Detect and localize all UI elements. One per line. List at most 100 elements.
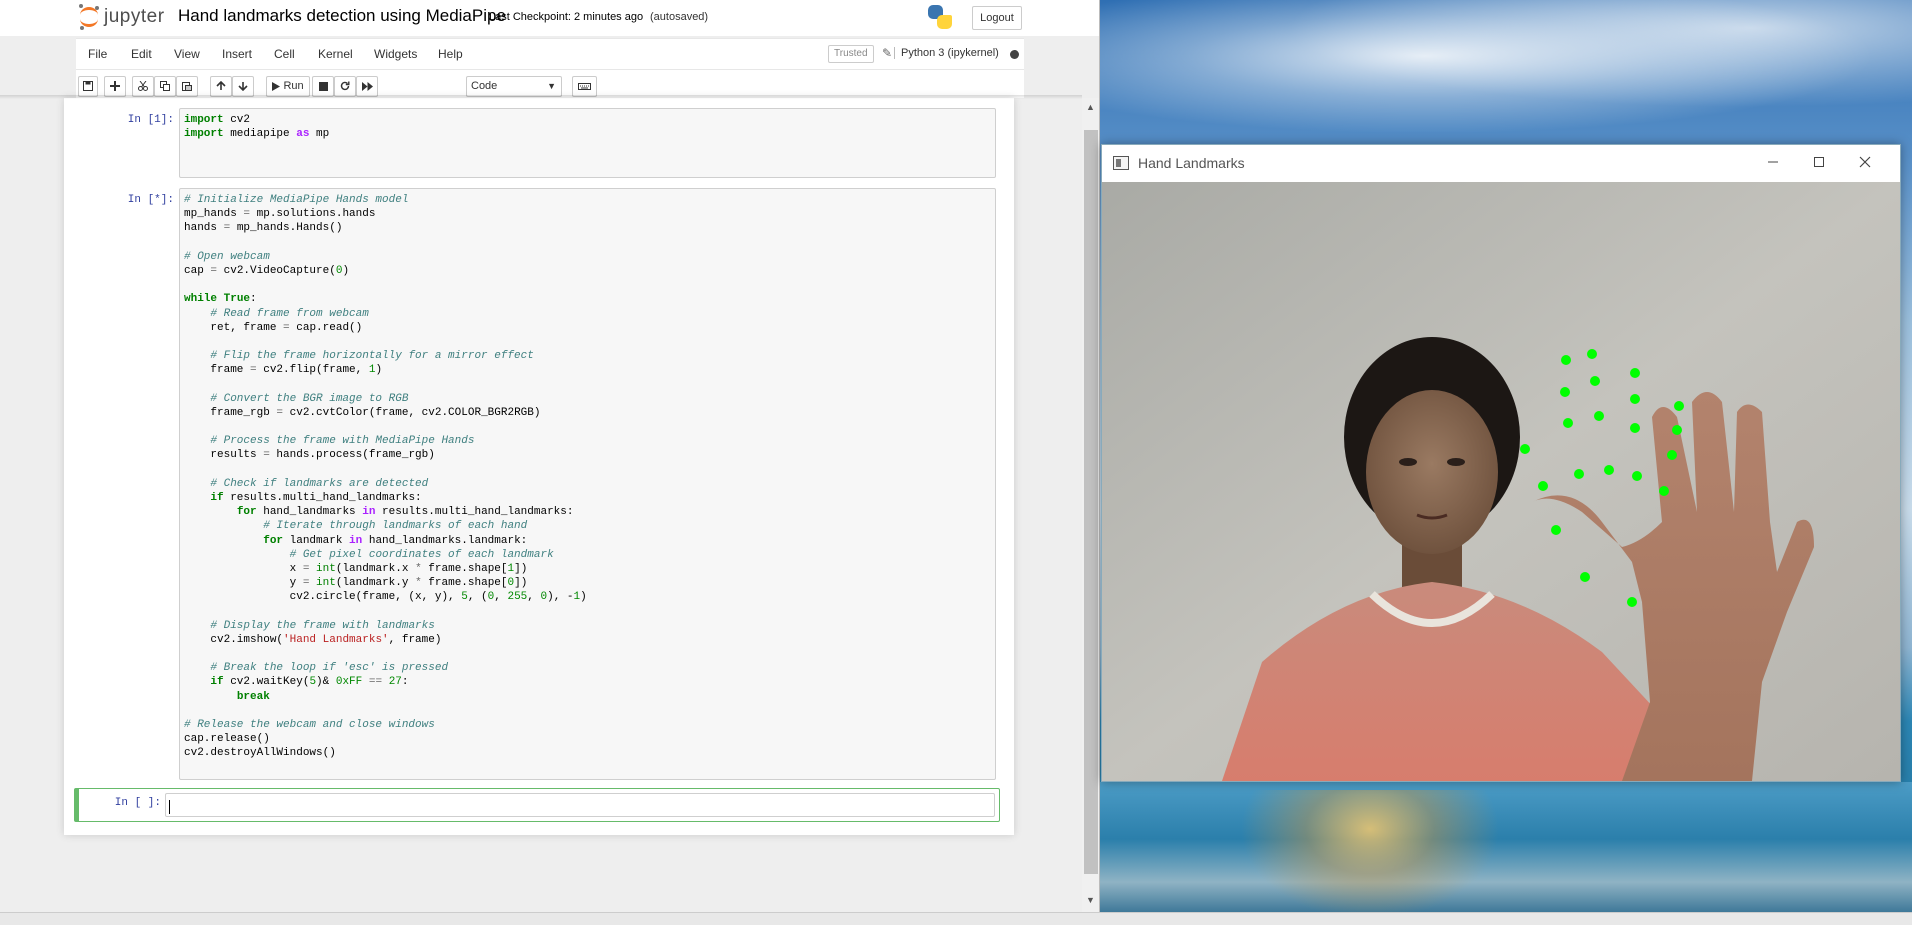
minimize-button[interactable] (1750, 152, 1796, 176)
landmark-point (1659, 486, 1669, 496)
jupyter-logo[interactable]: jupyter (78, 4, 165, 30)
opencv-window-title: Hand Landmarks (1138, 155, 1245, 171)
save-button[interactable] (78, 76, 98, 97)
save-icon (83, 81, 93, 92)
taskbar-strip (0, 912, 1912, 925)
python-logo-icon (928, 5, 952, 29)
menu-cell[interactable]: Cell (274, 39, 295, 69)
autosave-status: (autosaved) (650, 11, 709, 23)
move-up-button[interactable] (210, 76, 232, 97)
landmark-point (1674, 401, 1684, 411)
pencil-icon[interactable]: ✎ (882, 46, 892, 60)
menu-view[interactable]: View (174, 39, 200, 69)
notebook-container: In [1]: import cv2 import mediapipe as mp… (0, 98, 1082, 912)
landmark-point (1632, 471, 1642, 481)
restart-run-all-button[interactable] (356, 76, 378, 97)
code-cell-3-selected[interactable]: In [ ]: (74, 788, 1000, 822)
code-line: y = int(landmark.y * frame.shape[0]) (184, 577, 528, 590)
landmark-point (1604, 465, 1614, 475)
text-cursor (169, 800, 170, 814)
code-line: # Process the frame with MediaPipe Hands (210, 435, 475, 448)
menu-edit[interactable]: Edit (131, 39, 152, 69)
cell-prompt: In [*]: (127, 194, 174, 206)
logout-button[interactable]: Logout (972, 6, 1022, 30)
scroll-down-arrow-icon[interactable]: ▼ (1086, 895, 1095, 905)
landmark-point (1630, 423, 1640, 433)
notebook-title[interactable]: Hand landmarks detection using MediaPipe (178, 6, 506, 26)
code-input[interactable]: import cv2 import mediapipe as mp (179, 108, 996, 178)
trusted-badge[interactable]: Trusted (828, 45, 874, 63)
minimize-icon (1768, 161, 1778, 163)
menu-widgets[interactable]: Widgets (374, 39, 417, 69)
arrow-down-icon (238, 82, 248, 92)
stop-icon (318, 81, 328, 91)
arrow-up-icon (216, 80, 226, 91)
webcam-frame (1102, 182, 1900, 781)
restart-kernel-button[interactable] (334, 76, 356, 97)
code-line: # Release the webcam and close windows (184, 718, 435, 731)
last-checkpoint: Last Checkpoint: 2 minutes ago (489, 11, 644, 23)
opencv-window[interactable]: Hand Landmarks (1101, 144, 1901, 782)
notebook-header: jupyter Hand landmarks detection using M… (0, 0, 1099, 36)
jupyter-logo-icon (78, 4, 100, 30)
code-line: import cv2 (184, 114, 251, 126)
scroll-up-arrow-icon[interactable]: ▲ (1086, 102, 1095, 112)
menu-help[interactable]: Help (438, 39, 463, 69)
code-input-active[interactable] (165, 793, 995, 817)
cell-type-select[interactable]: Code ▼ (466, 76, 562, 97)
run-button[interactable]: Run (266, 76, 310, 97)
insert-cell-button[interactable] (104, 76, 126, 97)
webcam-frame-image (1102, 182, 1900, 781)
chevron-down-icon: ▼ (547, 81, 556, 91)
notebook-page: In [1]: import cv2 import mediapipe as mp… (64, 98, 1014, 835)
landmark-point (1587, 349, 1597, 359)
menu-kernel[interactable]: Kernel (318, 39, 353, 69)
jupyter-notebook-window: jupyter Hand landmarks detection using M… (0, 0, 1100, 912)
landmark-point (1538, 481, 1548, 491)
kernel-name[interactable]: Python 3 (ipykernel) (894, 47, 999, 59)
landmark-point (1590, 376, 1600, 386)
menu-insert[interactable]: Insert (222, 39, 252, 69)
landmark-point (1574, 469, 1584, 479)
maximize-button[interactable] (1796, 152, 1842, 176)
menu-file[interactable]: File (88, 39, 107, 69)
cell-prompt: In [1]: (127, 114, 174, 126)
code-line: frame = cv2.flip(frame, 1) (184, 364, 383, 377)
code-line: frame_rgb = cv2.cvtColor(frame, cv2.COLO… (184, 406, 541, 419)
keyboard-icon (578, 83, 591, 90)
scrollbar-thumb[interactable] (1084, 130, 1098, 874)
close-icon (1859, 156, 1871, 168)
code-line: mp_hands = mp.solutions.hands (184, 208, 376, 221)
copy-icon (160, 81, 170, 92)
landmark-point (1667, 450, 1677, 460)
move-down-button[interactable] (232, 76, 254, 97)
paste-button[interactable] (176, 76, 198, 97)
opencv-titlebar[interactable]: Hand Landmarks (1102, 145, 1900, 182)
code-line: cv2.imshow('Hand Landmarks', frame) (184, 633, 442, 646)
notebook-scrollbar[interactable]: ▲ ▼ (1082, 98, 1099, 912)
jupyter-logo-text: jupyter (104, 6, 165, 27)
interrupt-kernel-button[interactable] (312, 76, 334, 97)
cut-button[interactable] (132, 76, 154, 97)
command-palette-button[interactable] (572, 76, 597, 97)
fast-forward-icon (361, 81, 373, 91)
code-cell-1[interactable]: In [1]: import cv2 import mediapipe as mp (76, 108, 1002, 178)
close-button[interactable] (1842, 152, 1888, 176)
copy-button[interactable] (154, 76, 176, 97)
code-line: # Open webcam (184, 250, 270, 263)
code-input[interactable]: # Initialize MediaPipe Hands model mp_han… (179, 188, 996, 780)
landmark-point (1580, 572, 1590, 582)
code-cell-2[interactable]: In [*]: # Initialize MediaPipe Hands mod… (76, 188, 1002, 780)
code-line: while True: (184, 293, 257, 306)
code-line: hands = mp_hands.Hands() (184, 222, 343, 235)
code-line: cap = cv2.VideoCapture(0) (184, 264, 350, 277)
scissors-icon (138, 80, 148, 92)
desktop-clouds (1100, 0, 1912, 140)
